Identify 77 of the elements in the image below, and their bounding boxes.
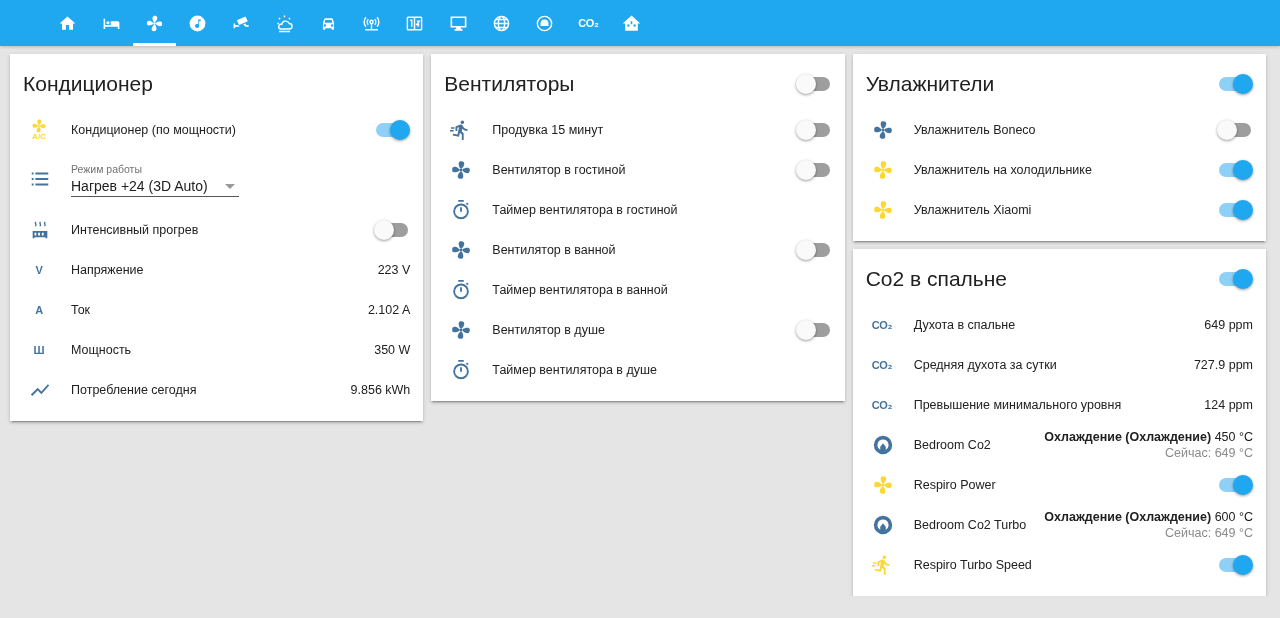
entity-name: Превышение минимального уровня — [913, 398, 1123, 412]
toggle-switch[interactable] — [1217, 120, 1253, 140]
entity-name: Увлажнитель Boneco — [913, 123, 1037, 137]
sun-cloud-icon — [275, 13, 295, 33]
current-reading: Сейчас: 649 °C — [1165, 445, 1253, 461]
toggle-switch[interactable] — [795, 120, 832, 140]
entity-name: Respiro Power — [913, 478, 997, 492]
card-title: Co2 в спальне — [865, 267, 1008, 291]
entity-name: Вентилятор в гостиной — [492, 163, 627, 177]
entity-name: Таймер вентилятора в ванной — [492, 283, 669, 297]
entity-name: Вентилятор в душе — [492, 323, 606, 337]
entity-name: Интенсивный прогрев — [71, 223, 200, 237]
toggle-switch[interactable] — [1217, 74, 1253, 94]
toggle-switch[interactable] — [1217, 160, 1253, 180]
climate-state: Охлаждение (Охлаждение) 600 °C — [1044, 509, 1253, 525]
fan-icon — [144, 13, 164, 33]
unit-icon: A — [29, 304, 49, 316]
climate-state: Охлаждение (Охлаждение) 450 °C — [1044, 429, 1253, 445]
toggle-switch[interactable] — [374, 120, 411, 140]
card-title: Вентиляторы — [444, 72, 575, 96]
sensor-value: 2.102 A — [367, 303, 411, 317]
sensor-value: 727.9 ppm — [1193, 358, 1253, 372]
sensor-value: 124 ppm — [1204, 398, 1253, 412]
entity-name: Bedroom Co2 Turbo — [913, 518, 1028, 532]
unit-icon: V — [29, 264, 49, 276]
entity-name: Ток — [71, 303, 92, 317]
gauge-icon — [871, 434, 894, 456]
toggle-switch[interactable] — [1217, 555, 1253, 575]
fan-icon — [871, 474, 894, 496]
toggle-switch[interactable] — [795, 160, 832, 180]
entity-name: Средняя духота за сутки — [913, 358, 1058, 372]
sensor-value: 223 V — [377, 263, 411, 277]
entity-name: Bedroom Co2 — [913, 438, 992, 452]
entity-name: Таймер вентилятора в гостиной — [492, 203, 679, 217]
entity-name: Таймер вентилятора в душе — [492, 363, 658, 377]
entity-name: Мощность — [71, 343, 133, 357]
unit-icon: CO₂ — [871, 359, 893, 371]
unit-icon: CO₂ — [871, 319, 893, 331]
music-note-icon — [188, 13, 208, 33]
card-title: Увлажнители — [865, 72, 995, 96]
entity-name: Духота в спальне — [913, 318, 1017, 332]
unit-icon: Ш — [29, 344, 49, 356]
fan-icon — [450, 239, 473, 261]
fan-icon — [871, 159, 894, 181]
entity-name: Кондиционер (по мощности) — [71, 123, 237, 137]
globe-icon — [492, 13, 512, 33]
entity-name: Respiro Turbo Speed — [913, 558, 1033, 572]
mode-select[interactable]: Режим работы Нагрев +24 (3D Auto) — [71, 162, 239, 197]
robot-icon — [535, 13, 555, 33]
toggle-switch[interactable] — [1217, 200, 1253, 220]
gauge-icon — [871, 514, 894, 536]
fan-icon — [450, 159, 473, 181]
fan-icon — [450, 319, 473, 341]
entity-name: Вентилятор в ванной — [492, 243, 617, 257]
caret-icon — [225, 183, 235, 189]
toggle-switch[interactable] — [795, 320, 832, 340]
toggle-switch[interactable] — [795, 240, 832, 260]
current-reading: Сейчас: 649 °C — [1165, 525, 1253, 541]
entity-name: Напряжение — [71, 263, 145, 277]
sensor-value: 9.856 kWh — [350, 383, 411, 397]
entity-name: Увлажнитель Xiaomi — [913, 203, 1033, 217]
house-network-icon — [622, 13, 642, 33]
fan-icon — [871, 199, 894, 221]
sensor-value: 350 W — [374, 343, 411, 357]
house-icon — [58, 13, 78, 33]
sensor-value: 649 ppm — [1204, 318, 1253, 332]
card-title: Кондиционер — [23, 72, 153, 96]
toggle-switch[interactable] — [1217, 269, 1253, 289]
unit-icon: CO₂ — [871, 399, 893, 411]
monitor-icon — [448, 13, 468, 33]
entity-name: Потребление сегодня — [71, 383, 198, 397]
toggle-switch[interactable] — [795, 74, 832, 94]
panel-icon — [405, 13, 425, 33]
entity-name: Увлажнитель на холодильнике — [913, 163, 1093, 177]
entity-name: Продувка 15 минут — [492, 123, 605, 137]
toggle-switch[interactable] — [1217, 475, 1253, 495]
fan-icon — [871, 119, 894, 141]
